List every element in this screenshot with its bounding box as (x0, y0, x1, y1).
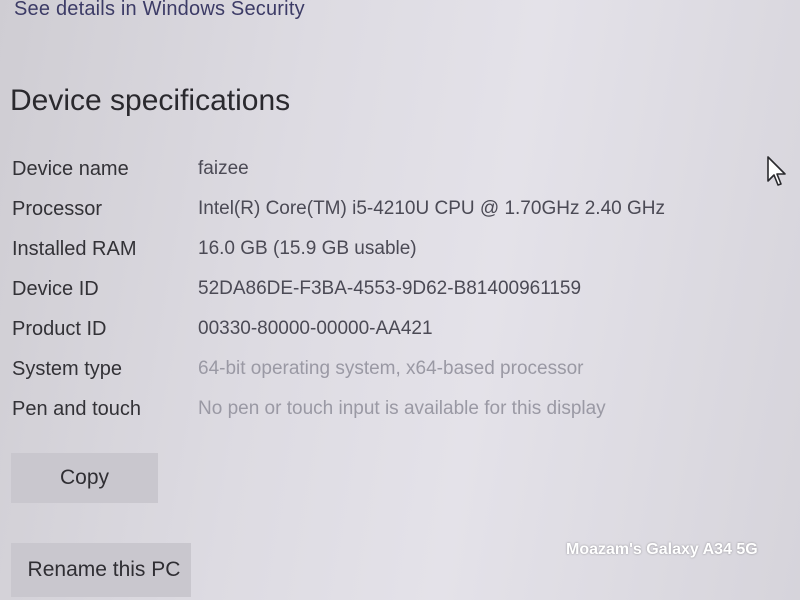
spec-row-installed-ram: Installed RAM 16.0 GB (15.9 GB usable) (0, 230, 760, 270)
spec-value: faizee (198, 158, 249, 179)
spec-label: Product ID (12, 318, 107, 340)
spec-row-device-name: Device name faizee (0, 150, 760, 190)
copy-button[interactable]: Copy (11, 453, 158, 503)
spec-label: System type (12, 358, 123, 380)
spec-row-product-id: Product ID 00330-80000-00000-AA421 (0, 310, 760, 350)
spec-row-system-type: System type 64-bit operating system, x64… (0, 350, 760, 390)
section-title-device-specifications: Device specifications (10, 84, 291, 117)
spec-label: Installed RAM (12, 238, 137, 260)
spec-row-pen-and-touch: Pen and touch No pen or touch input is a… (0, 390, 760, 430)
spec-value: No pen or touch input is available for t… (198, 398, 606, 419)
spec-value: 00330-80000-00000-AA421 (198, 318, 433, 339)
spec-label: Pen and touch (12, 398, 141, 420)
spec-label: Processor (12, 198, 103, 220)
spec-value: 52DA86DE-F3BA-4553-9D62-B81400961159 (198, 278, 582, 299)
mouse-pointer-icon (767, 156, 786, 186)
spec-value: Intel(R) Core(TM) i5-4210U CPU @ 1.70GHz… (198, 198, 665, 219)
camera-watermark: Moazam's Galaxy A34 5G (566, 541, 758, 558)
windows-security-link[interactable]: See details in Windows Security (14, 0, 305, 21)
rename-this-pc-button[interactable]: Rename this PC (11, 543, 191, 597)
spec-value: 16.0 GB (15.9 GB usable) (198, 238, 417, 259)
spec-label: Device ID (12, 278, 99, 300)
spec-value: 64-bit operating system, x64-based proce… (198, 358, 584, 379)
spec-row-processor: Processor Intel(R) Core(TM) i5-4210U CPU… (0, 190, 760, 230)
spec-label: Device name (12, 158, 129, 180)
spec-row-device-id: Device ID 52DA86DE-F3BA-4553-9D62-B81400… (0, 270, 760, 310)
